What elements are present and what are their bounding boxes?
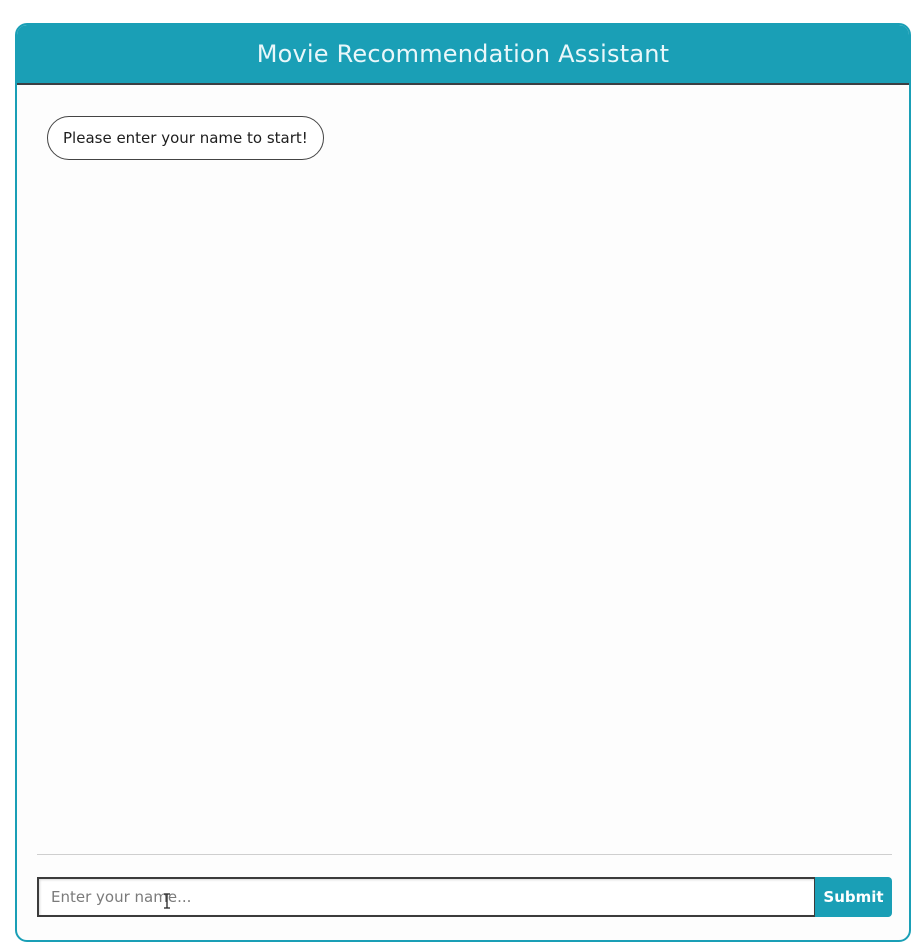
input-divider	[37, 854, 892, 855]
app-header: Movie Recommendation Assistant	[17, 25, 909, 85]
bot-message-bubble: Please enter your name to start!	[47, 116, 324, 160]
submit-button[interactable]: Submit	[815, 877, 892, 917]
input-row: Submit	[37, 877, 892, 917]
name-input[interactable]	[37, 877, 815, 917]
chat-messages-area: Please enter your name to start!	[17, 85, 909, 855]
app-title: Movie Recommendation Assistant	[256, 40, 670, 68]
chat-window: Movie Recommendation Assistant Please en…	[15, 23, 911, 942]
